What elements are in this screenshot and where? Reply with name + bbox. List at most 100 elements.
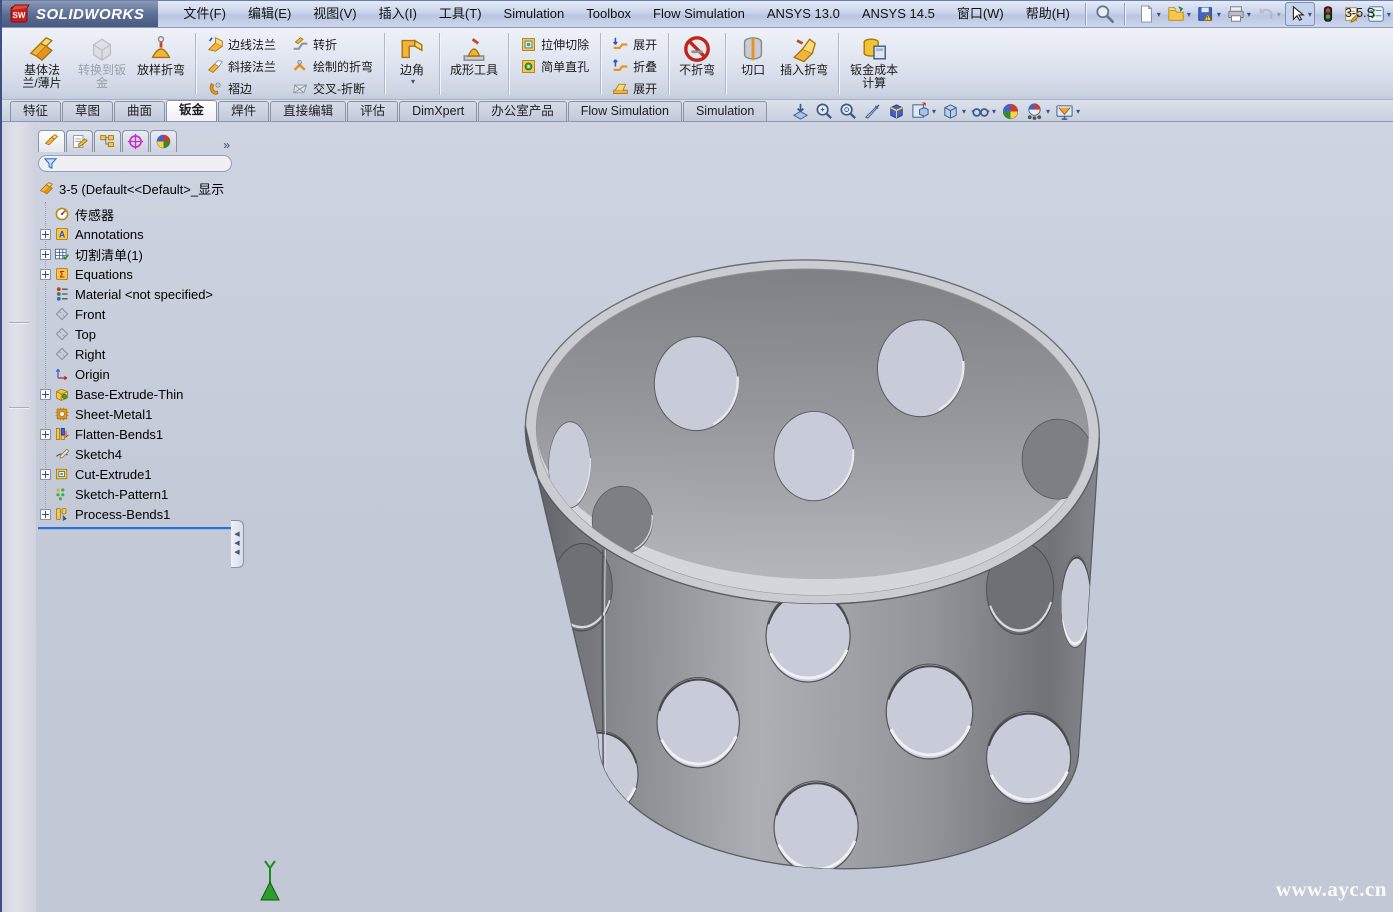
undo-button[interactable]: ▾ xyxy=(1255,2,1283,26)
select-button-dropdown[interactable]: ▾ xyxy=(1308,10,1312,19)
tab-钣金[interactable]: 钣金 xyxy=(166,100,217,121)
new-document-button-dropdown[interactable]: ▾ xyxy=(1157,10,1161,19)
ribbon-button-flatten[interactable]: 展开 xyxy=(607,78,662,99)
ribbon-button-corner-dropdown[interactable]: ▾ xyxy=(411,77,415,86)
expand-plus-icon[interactable] xyxy=(40,269,51,280)
expand-plus-icon[interactable] xyxy=(40,229,51,240)
view-settings-button[interactable]: ▾ xyxy=(1024,102,1051,121)
tab-评估[interactable]: 评估 xyxy=(347,101,398,121)
tree-item-Process-Bends1[interactable]: Process-Bends1 xyxy=(38,504,234,524)
tree-filter-input[interactable] xyxy=(38,155,232,172)
menu-item-2[interactable]: 编辑(E) xyxy=(237,1,302,27)
tree-item-Base-Extrude-Thin[interactable]: Base-Extrude-Thin xyxy=(38,384,234,404)
tab-曲面[interactable]: 曲面 xyxy=(114,101,165,121)
tree-item-切割清单(1)[interactable]: 切割清单(1) xyxy=(38,244,234,264)
menu-item-3[interactable]: 视图(V) xyxy=(302,1,367,27)
print-button-dropdown[interactable]: ▾ xyxy=(1247,10,1251,19)
tree-item-Sheet-Metal1[interactable]: Sheet-Metal1 xyxy=(38,404,234,424)
standard-view-2-button[interactable] xyxy=(7,164,31,188)
tree-item-Annotations[interactable]: AAnnotations xyxy=(38,224,234,244)
tree-item-Cut-Extrude1[interactable]: Cut-Extrude1 xyxy=(38,464,234,484)
standard-view-7-button[interactable] xyxy=(7,294,31,318)
open-button-dropdown[interactable]: ▾ xyxy=(1187,10,1191,19)
menu-item-10[interactable]: ANSYS 14.5 xyxy=(851,1,946,27)
ribbon-button-corner[interactable]: 边角▾ xyxy=(391,32,433,89)
panel-overflow-chevron[interactable]: » xyxy=(223,138,230,152)
tab-草图[interactable]: 草图 xyxy=(62,101,113,121)
hide-show-items-button[interactable]: ▾ xyxy=(970,102,997,121)
display-style-button[interactable]: ▾ xyxy=(940,102,967,121)
zoom-to-fit-button[interactable] xyxy=(790,102,811,121)
rollback-bar[interactable] xyxy=(38,527,232,530)
ribbon-button-fold[interactable]: 折叠 xyxy=(607,56,662,77)
tree-item-Origin[interactable]: Origin xyxy=(38,364,234,384)
tree-item-Sketch4[interactable]: Sketch4 xyxy=(38,444,234,464)
tab-DimXpert[interactable]: DimXpert xyxy=(399,101,477,121)
standard-view-6-button[interactable] xyxy=(7,268,31,292)
expand-plus-icon[interactable] xyxy=(40,389,51,400)
ribbon-button-insert-bends[interactable]: 插入折弯 xyxy=(776,32,832,80)
feature-tool-1-button[interactable] xyxy=(7,412,31,436)
section-view-button[interactable] xyxy=(886,102,907,121)
menu-item-1[interactable]: 文件(F) xyxy=(172,1,237,27)
edit-appearance-button-dropdown[interactable]: ▾ xyxy=(1076,107,1080,116)
tree-item-Top[interactable]: Top xyxy=(38,324,234,344)
menu-item-4[interactable]: 插入(I) xyxy=(368,1,428,27)
zoom-in-out-button[interactable] xyxy=(838,102,859,121)
expand-plus-icon[interactable] xyxy=(40,509,51,520)
edit-appearance-button[interactable]: ▾ xyxy=(1054,102,1081,121)
feature-tool-2-button[interactable] xyxy=(7,438,31,462)
new-document-button[interactable]: ▾ xyxy=(1135,2,1163,26)
ribbon-button-forming-tool[interactable]: 成形工具 xyxy=(446,32,502,80)
ribbon-button-simple-hole[interactable]: 简单直孔 xyxy=(515,56,594,77)
edit-sketch-button[interactable]: * xyxy=(7,327,31,351)
search-icon[interactable] xyxy=(1094,3,1116,25)
ribbon-button-sketched-bend[interactable]: 绘制的折弯 xyxy=(287,56,378,77)
print-button[interactable]: ▾ xyxy=(1225,2,1253,26)
expand-plus-icon[interactable] xyxy=(40,469,51,480)
tree-item-Equations[interactable]: ΣEquations xyxy=(38,264,234,284)
ribbon-button-no-bends[interactable]: 不折弯 xyxy=(675,32,719,80)
tree-item-Right[interactable]: Right xyxy=(38,344,234,364)
tree-root-item[interactable]: 3-5 (Default<<Default>_显示 xyxy=(38,178,234,199)
menu-item-7[interactable]: Toolbox xyxy=(575,1,642,27)
menu-item-8[interactable]: Flow Simulation xyxy=(642,1,756,27)
ribbon-button-jog[interactable]: 转折 xyxy=(287,34,378,55)
display-style-button-dropdown[interactable]: ▾ xyxy=(962,107,966,116)
tree-item-Front[interactable]: Front xyxy=(38,304,234,324)
open-button[interactable]: ▾ xyxy=(1165,2,1193,26)
ribbon-button-edge-flange[interactable]: 边线法兰 xyxy=(202,34,281,55)
ribbon-button-rip[interactable]: 切口 xyxy=(732,32,774,80)
hide-show-items-button-dropdown[interactable]: ▾ xyxy=(992,107,996,116)
model-perforated-cylinder[interactable] xyxy=(36,122,1393,912)
menu-item-12[interactable]: 帮助(H) xyxy=(1015,1,1081,27)
ribbon-button-lofted-bend[interactable]: 放样折弯 xyxy=(133,32,189,80)
displaymanager-tab[interactable] xyxy=(150,130,177,152)
apply-scene-button[interactable] xyxy=(1000,102,1021,121)
select-button[interactable]: ▾ xyxy=(1285,2,1315,26)
menu-item-6[interactable]: Simulation xyxy=(493,1,576,27)
ribbon-button-cross-break[interactable]: 交叉-折断 xyxy=(287,78,378,99)
menu-item-9[interactable]: ANSYS 13.0 xyxy=(756,1,851,27)
standard-view-5-button[interactable] xyxy=(7,242,31,266)
ribbon-button-convert-sheetmetal[interactable]: 转换到钣金 xyxy=(73,32,131,93)
undo-button-dropdown[interactable]: ▾ xyxy=(1277,10,1281,19)
ribbon-button-hem[interactable]: 褶边 xyxy=(202,78,281,99)
rotate-view-button[interactable] xyxy=(862,102,883,121)
ribbon-button-miter-flange[interactable]: 斜接法兰 xyxy=(202,56,281,77)
featuremanager-tab[interactable] xyxy=(38,130,65,152)
tree-item-传感器[interactable]: 传感器 xyxy=(38,204,234,224)
tab-Simulation[interactable]: Simulation xyxy=(683,101,767,121)
tab-办公室产品[interactable]: 办公室产品 xyxy=(478,101,567,121)
tree-item-Sketch-Pattern1[interactable]: Sketch-Pattern1 xyxy=(38,484,234,504)
tab-Flow Simulation[interactable]: Flow Simulation xyxy=(568,101,682,121)
standard-view-4-button[interactable] xyxy=(7,216,31,240)
view-orientation-button[interactable]: ▾ xyxy=(910,102,937,121)
standard-view-1-button[interactable] xyxy=(7,138,31,162)
ribbon-button-costing[interactable]: 钣金成本计算 xyxy=(845,32,903,93)
ribbon-button-base-flange[interactable]: 基体法兰/薄片 xyxy=(13,32,71,93)
save-button[interactable]: !▾ xyxy=(1195,2,1223,26)
3d-viewport[interactable]: www.ayc.cn » 3-5 (Default<<Default>_显示传感… xyxy=(36,122,1393,912)
configurationmanager-tab[interactable] xyxy=(94,130,121,152)
tree-item-Flatten-Bends1[interactable]: Flatten-Bends1 xyxy=(38,424,234,444)
